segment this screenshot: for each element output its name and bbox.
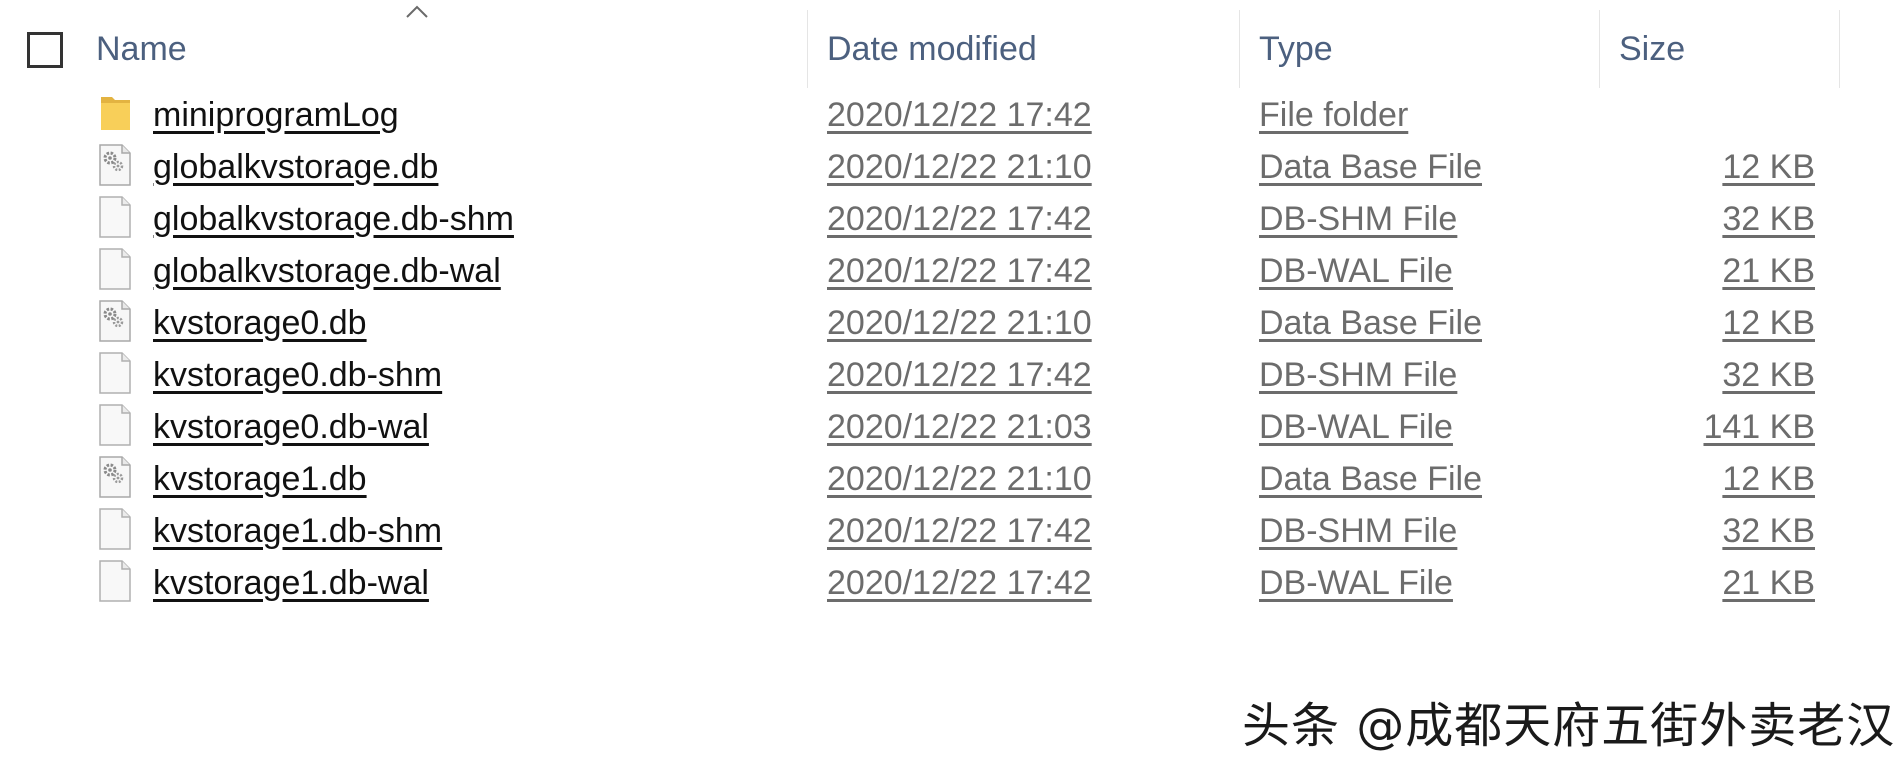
file-size: 21 KB [1722, 564, 1815, 602]
select-all-checkbox[interactable] [27, 32, 63, 68]
folder-icon [98, 91, 132, 135]
file-name[interactable]: kvstorage1.db-wal [153, 552, 429, 615]
column-header-size[interactable]: Size [1619, 10, 1685, 88]
file-type: DB-WAL File [1259, 564, 1453, 602]
blank-file-icon [98, 403, 132, 447]
watermark: 头条 @成都天府五街外卖老汉 [1242, 698, 1896, 754]
column-header-name[interactable]: Name [96, 10, 187, 88]
column-divider[interactable] [807, 10, 808, 88]
database-file-icon [98, 299, 132, 343]
file-list-view: Name Date modified Type Size miniprogram… [0, 0, 1901, 762]
database-file-icon [98, 143, 132, 187]
blank-file-icon [98, 559, 132, 603]
column-divider[interactable] [1599, 10, 1600, 88]
database-file-icon [98, 455, 132, 499]
blank-file-icon [98, 507, 132, 551]
column-header-type[interactable]: Type [1259, 10, 1333, 88]
blank-file-icon [98, 247, 132, 291]
column-header-date-modified[interactable]: Date modified [827, 10, 1037, 88]
blank-file-icon [98, 195, 132, 239]
column-divider[interactable] [1839, 10, 1840, 88]
file-row[interactable]: kvstorage1.db-wal 2020/12/22 17:42 DB-WAL … [0, 552, 1901, 615]
column-divider[interactable] [1239, 10, 1240, 88]
blank-file-icon [98, 351, 132, 395]
column-header-row: Name Date modified Type Size [0, 0, 1901, 88]
file-date-modified: 2020/12/22 17:42 [827, 564, 1092, 602]
